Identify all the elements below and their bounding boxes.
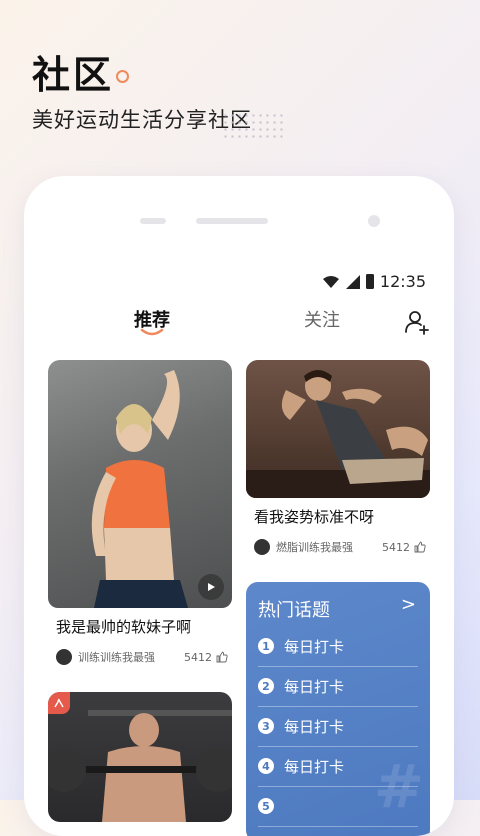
promo-subtitle: 美好运动生活分享社区 [32,108,252,132]
avatar[interactable] [254,539,270,555]
post-image [48,360,232,608]
post-author: 训练训练我最强 [78,651,155,664]
camera-dot [368,215,380,227]
avatar[interactable] [56,649,72,665]
post-image-figure [246,370,430,498]
topic-item[interactable]: 2 每日打卡 [258,666,418,707]
post-card[interactable]: 看我姿势标准不呀 燃脂训练我最强 5412 [246,360,430,555]
like-icon[interactable] [216,651,228,663]
post-title: 我是最帅的软妹子啊 [56,618,192,636]
post-image-figure [48,710,232,822]
topic-rank: 2 [258,678,274,694]
topic-rank: 4 [258,758,274,774]
topic-label: 每日打卡 [284,717,345,736]
speaker-slot [140,218,166,224]
hot-topics-card[interactable]: 热门话题 > # 1 每日打卡 2 每日打卡 3 每日打卡 4 每日打卡 5 [246,582,430,836]
wifi-icon [322,275,339,288]
title-dot-decoration [116,70,129,83]
topic-label: 每日打卡 [284,757,345,776]
tab-follow[interactable]: 关注 [304,306,340,332]
topic-label: 每日打卡 [284,677,345,696]
topic-item[interactable]: 4 每日打卡 [258,746,418,787]
dot-pattern-decoration [222,112,286,142]
post-image-figure [91,370,188,608]
phone-frame: 12:35 推荐 关注 我是最帅的软妹子啊 训练训练我最强 5412 看我姿势标… [24,176,454,836]
like-count: 5412 [382,540,410,554]
chevron-right-icon[interactable]: > [401,594,416,615]
post-author: 燃脂训练我最强 [276,541,353,554]
post-meta: 训练训练我最强 5412 [56,649,228,665]
topic-item[interactable]: 1 每日打卡 [258,626,418,667]
topic-item[interactable]: 5 [258,786,418,827]
post-meta: 燃脂训练我最强 5412 [254,539,426,555]
badge-icon [48,692,70,714]
promo-title: 社区 [32,53,115,97]
battery-icon [365,274,374,289]
topic-label: 每日打卡 [284,637,345,656]
speaker-grille [196,218,268,224]
post-card[interactable]: 我是最帅的软妹子啊 训练训练我最强 5412 [48,360,232,665]
post-image [246,360,430,498]
status-time: 12:35 [379,272,426,291]
post-card[interactable] [48,692,232,822]
hot-topics-title: 热门话题 [258,600,330,621]
signal-icon [345,274,360,289]
status-bar: 12:35 [322,272,426,291]
tab-active-indicator [140,328,164,336]
topic-rank: 3 [258,718,274,734]
topic-item[interactable]: 3 每日打卡 [258,706,418,747]
play-icon[interactable] [198,574,224,600]
topic-rank: 1 [258,638,274,654]
post-image [48,692,232,822]
topic-rank: 5 [258,798,274,814]
post-title: 看我姿势标准不呀 [254,508,375,526]
like-icon[interactable] [414,541,426,553]
like-count: 5412 [184,650,212,664]
add-user-icon[interactable] [404,309,430,335]
